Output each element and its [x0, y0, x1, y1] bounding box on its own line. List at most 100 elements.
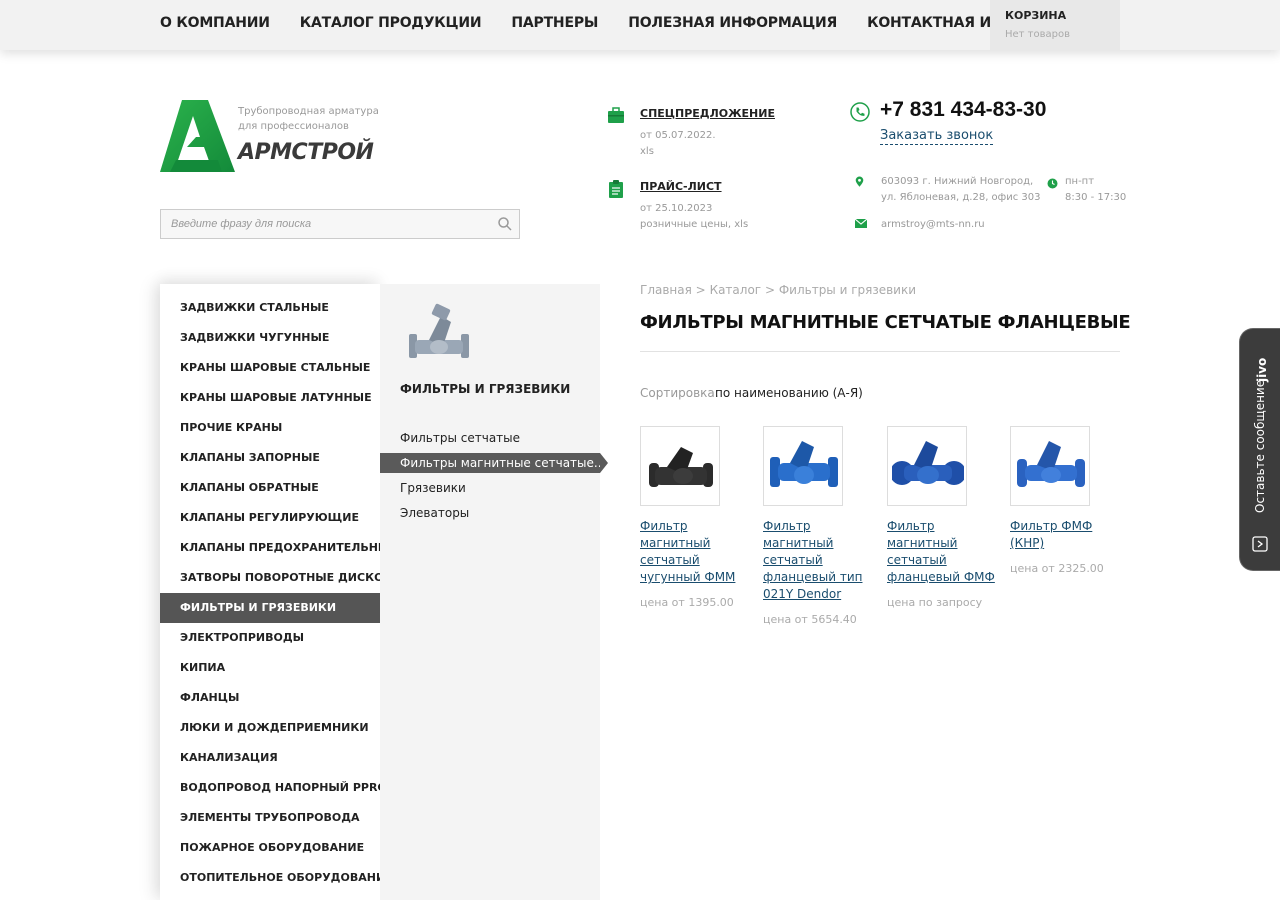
breadcrumb-catalog[interactable]: Каталог	[710, 283, 762, 297]
sidebar-item-heating-equipment[interactable]: ОТОПИТЕЛЬНОЕ ОБОРУДОВАНИЕ	[160, 863, 393, 893]
product-name-link[interactable]: Фильтр ФМФ (КНР)	[1010, 518, 1120, 552]
sidebar-item-other-valves[interactable]: ПРОЧИЕ КРАНЫ	[160, 413, 380, 443]
chat-widget[interactable]: jivo Оставьте сообщение	[1239, 328, 1280, 571]
address: 603093 г. Нижний Новгород, ул. Яблоневая…	[881, 174, 1040, 206]
main-menu: О КОМПАНИИ КАТАЛОГ ПРОДУКЦИИ ПАРТНЕРЫ ПО…	[160, 0, 1097, 46]
working-hours: пн-пт 8:30 - 17:30	[1065, 174, 1126, 206]
logo-tagline: Трубопроводная арматура для профессионал…	[238, 104, 379, 134]
search-input[interactable]	[161, 210, 481, 238]
cart-widget[interactable]: КОРЗИНА Нет товаров	[990, 0, 1120, 50]
sidebar-item-actuators[interactable]: ЭЛЕКТРОПРИВОДЫ	[160, 623, 380, 653]
address-line-1: 603093 г. Нижний Новгород,	[881, 176, 1034, 187]
product-1-picture	[649, 447, 713, 487]
product-3-picture	[892, 441, 964, 485]
hours-days: пн-пт	[1065, 176, 1095, 187]
breadcrumb-separator: >	[764, 283, 775, 297]
tagline-line-1: Трубопроводная арматура	[238, 106, 379, 117]
breadcrumb: Главная > Каталог > Фильтры и грязевики	[640, 283, 916, 297]
sidebar-item-steel-gate-valves[interactable]: ЗАДВИЖКИ СТАЛЬНЫЕ	[160, 293, 380, 323]
subcategory-elevators[interactable]: Элеваторы	[380, 503, 600, 523]
tagline-line-2: для профессионалов	[238, 121, 349, 132]
breadcrumb-current: Фильтры и грязевики	[778, 283, 917, 297]
sort-select[interactable]: по наименованию (А-Я)	[715, 386, 863, 400]
sidebar-item-butterfly-valves[interactable]: ЗАТВОРЫ ПОВОРОТНЫЕ ДИСКОВЫЕ	[160, 563, 411, 593]
nav-partners[interactable]: ПАРТНЕРЫ	[511, 15, 598, 31]
breadcrumb-separator: >	[695, 283, 706, 297]
product-2-picture	[770, 441, 838, 487]
product-4-picture	[1017, 441, 1085, 487]
price-list-block: ПРАЙС-ЛИСТ от 25.10.2023 розничные цены,…	[607, 180, 807, 236]
catalog-sidebar: ЗАДВИЖКИ СТАЛЬНЫЕ ЗАДВИЖКИ ЧУГУННЫЕ КРАН…	[160, 284, 411, 900]
special-offer-link[interactable]: СПЕЦПРЕДЛОЖЕНИЕ	[640, 107, 775, 120]
breadcrumb-home[interactable]: Главная	[640, 283, 692, 297]
callback-link[interactable]: Заказать звонок	[880, 128, 994, 145]
sidebar-item-cast-iron-gate-valves[interactable]: ЗАДВИЖКИ ЧУГУННЫЕ	[160, 323, 380, 353]
sidebar-item-flanges[interactable]: ФЛАНЦЫ	[160, 683, 380, 713]
address-line-2: ул. Яблоневая, д.28, офис 303	[881, 192, 1041, 203]
cart-title: КОРЗИНА	[1005, 9, 1067, 22]
product-price: цена от 1395.00	[640, 596, 734, 609]
product-price: цена от 2325.00	[1010, 562, 1104, 575]
product-price: цена по запросу	[887, 596, 983, 609]
nav-catalog[interactable]: КАТАЛОГ ПРОДУКЦИИ	[300, 15, 482, 31]
email[interactable]: armstroy@mts-nn.ru	[881, 217, 985, 233]
product-name-link[interactable]: Фильтр магнитный сетчатый фланцевый ФМФ	[887, 518, 997, 586]
special-offer-date: от 05.07.2022.	[640, 130, 716, 141]
sidebar-item-instrumentation[interactable]: КИПиА	[160, 653, 380, 683]
sidebar-item-steel-ball-valves[interactable]: КРАНЫ ШАРОВЫЕ СТАЛЬНЫЕ	[160, 353, 380, 383]
product-price: цена от 5654.40	[763, 613, 857, 626]
cart-status: Нет товаров	[1005, 29, 1070, 40]
product-image[interactable]	[887, 426, 967, 506]
product-card: Фильтр ФМФ (КНР) цена от 2325.00	[1010, 426, 1120, 575]
sidebar-item-pipeline-elements[interactable]: ЭЛЕМЕНТЫ ТРУБОПРОВОДА	[160, 803, 380, 833]
search-icon[interactable]	[497, 216, 513, 232]
product-card: Фильтр магнитный сетчатый чугунный ФММ ц…	[640, 426, 750, 609]
price-list-link[interactable]: ПРАЙС-ЛИСТ	[640, 180, 722, 193]
briefcase-icon	[608, 107, 624, 123]
phone-icon	[850, 102, 870, 122]
sidebar-item-filters[interactable]: ФИЛЬТРЫ И ГРЯЗЕВИКИ	[160, 593, 390, 623]
product-image[interactable]	[640, 426, 720, 506]
sidebar-item-manholes[interactable]: ЛЮКИ И ДОЖДЕПРИЕМНИКИ	[160, 713, 380, 743]
brand-name: АРМСТРОЙ	[238, 140, 374, 165]
product-image[interactable]	[763, 426, 843, 506]
mail-icon	[855, 219, 867, 228]
product-image[interactable]	[1010, 426, 1090, 506]
hours-time: 8:30 - 17:30	[1065, 192, 1127, 203]
location-pin-icon	[855, 176, 864, 187]
top-navigation: О КОМПАНИИ КАТАЛОГ ПРОДУКЦИИ ПАРТНЕРЫ ПО…	[0, 0, 1280, 50]
special-offer-format: xls	[640, 146, 654, 157]
chat-label: Оставьте сообщение	[1253, 379, 1267, 513]
product-name-link[interactable]: Фильтр магнитный сетчатый чугунный ФММ	[640, 518, 750, 586]
subcategory-magnetic-filters[interactable]: Фильтры магнитные сетчатые...	[380, 453, 608, 473]
nav-about[interactable]: О КОМПАНИИ	[160, 15, 270, 31]
sidebar-item-brass-ball-valves[interactable]: КРАНЫ ШАРОВЫЕ ЛАТУННЫЕ	[160, 383, 380, 413]
page-title: ФИЛЬТРЫ МАГНИТНЫЕ СЕТЧАТЫЕ ФЛАНЦЕВЫЕ	[640, 312, 1131, 333]
sidebar-item-shutoff-valves[interactable]: КЛАПАНЫ ЗАПОРНЫЕ	[160, 443, 380, 473]
phone-number[interactable]: +7 831 434-83-30	[880, 98, 1046, 122]
special-offer-info: от 05.07.2022. xls	[640, 128, 716, 160]
subpanel-title: ФИЛЬТРЫ И ГРЯЗЕВИКИ	[400, 382, 571, 396]
sidebar-item-control-valves[interactable]: КЛАПАНЫ РЕГУЛИРУЮЩИЕ	[160, 503, 380, 533]
price-list-format: розничные цены, xls	[640, 219, 749, 230]
sidebar-item-check-valves[interactable]: КЛАПАНЫ ОБРАТНЫЕ	[160, 473, 380, 503]
subcategory-mud-separators[interactable]: Грязевики	[380, 478, 600, 498]
sidebar-item-fire-equipment[interactable]: ПОЖАРНОЕ ОБОРУДОВАНИЕ	[160, 833, 380, 863]
subcategory-mesh-filters[interactable]: Фильтры сетчатые	[380, 428, 600, 448]
price-list-info: от 25.10.2023 розничные цены, xls	[640, 201, 748, 233]
clock-icon	[1047, 178, 1058, 189]
chat-open-icon[interactable]	[1252, 536, 1268, 552]
filter-category-image	[409, 303, 469, 358]
sidebar-item-safety-valves[interactable]: КЛАПАНЫ ПРЕДОХРАНИТЕЛЬНЫЕ	[160, 533, 397, 563]
title-divider	[640, 351, 1120, 352]
special-offer-block: СПЕЦПРЕДЛОЖЕНИЕ от 05.07.2022. xls	[607, 107, 807, 163]
nav-useful-info[interactable]: ПОЛЕЗНАЯ ИНФОРМАЦИЯ	[628, 15, 837, 31]
subcategory-panel: ФИЛЬТРЫ И ГРЯЗЕВИКИ Фильтры сетчатые Фил…	[380, 284, 608, 900]
sidebar-item-pprc-pipes[interactable]: ВОДОПРОВОД НАПОРНЫЙ PPRC	[160, 773, 386, 803]
sort-label: Сортировка:	[640, 386, 719, 400]
sidebar-item-sewerage[interactable]: КАНАЛИЗАЦИЯ	[160, 743, 380, 773]
product-card: Фильтр магнитный сетчатый фланцевый ФМФ …	[887, 426, 997, 609]
product-card: Фильтр магнитный сетчатый фланцевый тип …	[763, 426, 873, 626]
clipboard-icon	[609, 180, 623, 198]
product-name-link[interactable]: Фильтр магнитный сетчатый фланцевый тип …	[763, 518, 873, 603]
